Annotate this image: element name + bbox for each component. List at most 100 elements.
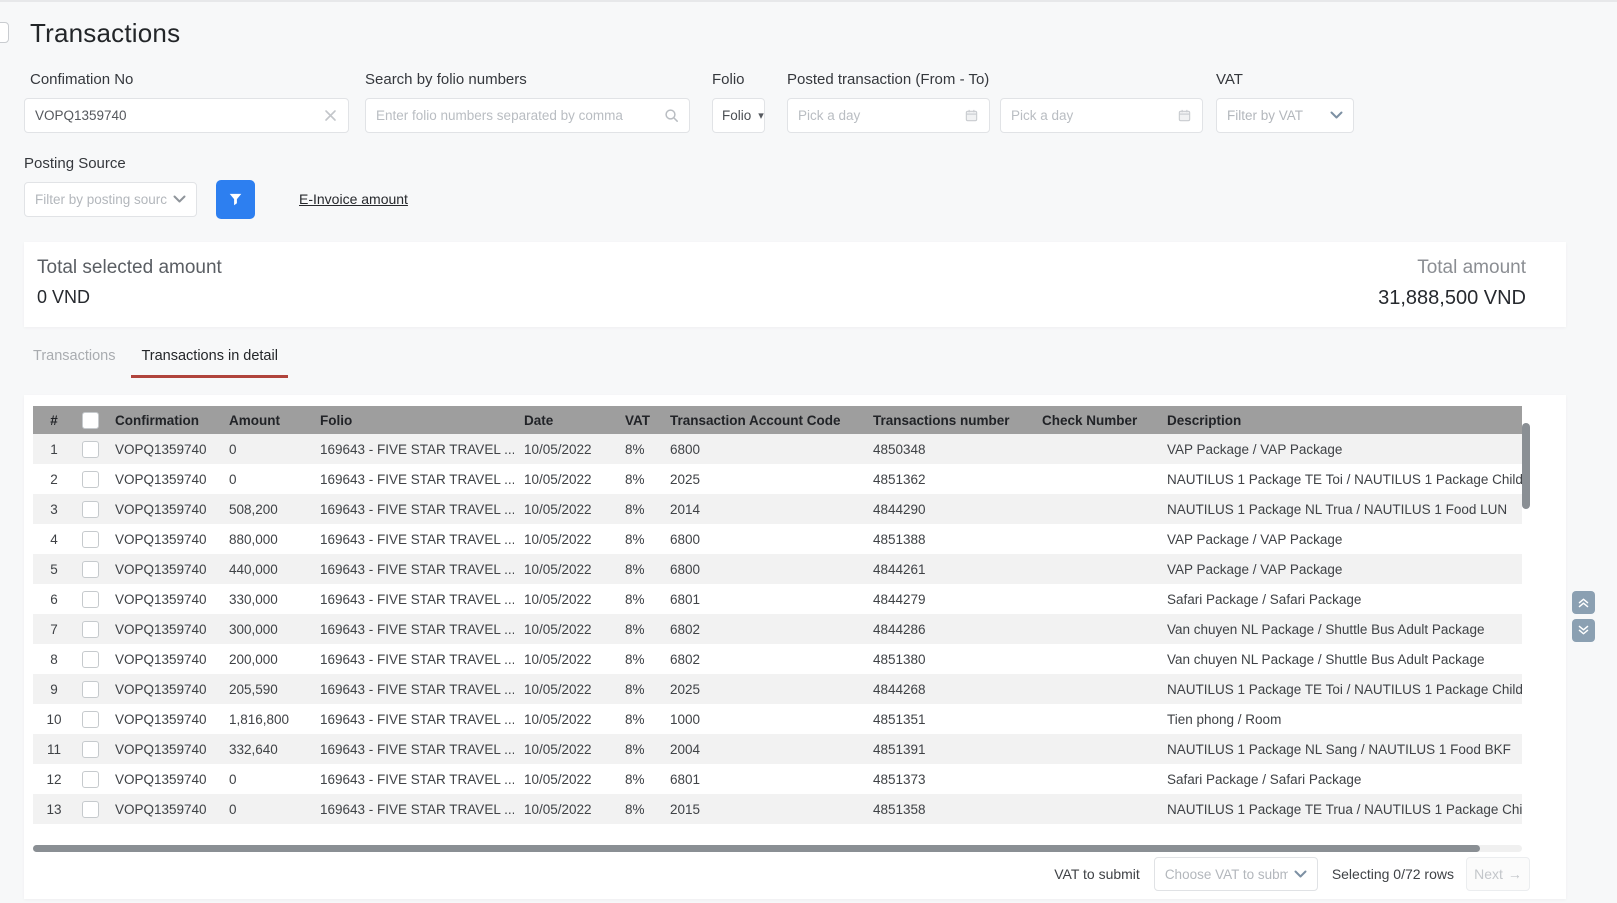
row-index: 13 xyxy=(33,802,75,817)
cell-amount: 880,000 xyxy=(219,532,310,547)
scroll-to-bottom-button[interactable] xyxy=(1572,619,1595,642)
folio-search-input[interactable] xyxy=(376,108,658,123)
cell-vat: 8% xyxy=(615,652,660,667)
col-header-description[interactable]: Description xyxy=(1157,413,1522,428)
total-selected-value: 0 VND xyxy=(37,287,222,308)
col-header-check-number[interactable]: Check Number xyxy=(1032,413,1157,428)
cell-description: NAUTILUS 1 Package TE Toi / NAUTILUS 1 P… xyxy=(1157,472,1522,487)
cell-amount: 0 xyxy=(219,442,310,457)
posted-from-input[interactable] xyxy=(798,108,958,123)
col-header-vat[interactable]: VAT xyxy=(615,413,660,428)
row-checkbox-cell xyxy=(75,531,105,548)
row-checkbox[interactable] xyxy=(82,711,99,728)
e-invoice-amount-link[interactable]: E-Invoice amount xyxy=(299,191,408,207)
row-checkbox-cell xyxy=(75,621,105,638)
horizontal-scrollbar-thumb[interactable] xyxy=(33,845,1480,852)
posting-source-dropdown[interactable]: Filter by posting source xyxy=(24,182,197,217)
table-header-row: # Confirmation Amount Folio Date VAT Tra… xyxy=(33,406,1522,434)
tab-transactions-in-detail[interactable]: Transactions in detail xyxy=(131,348,287,378)
row-checkbox[interactable] xyxy=(82,591,99,608)
select-all-checkbox[interactable] xyxy=(82,412,99,429)
row-checkbox[interactable] xyxy=(82,801,99,818)
tab-transactions[interactable]: Transactions xyxy=(33,348,115,378)
vertical-scrollbar-thumb[interactable] xyxy=(1522,423,1530,509)
col-header-folio[interactable]: Folio xyxy=(310,413,514,428)
row-checkbox[interactable] xyxy=(82,501,99,518)
cell-folio: 169643 - FIVE STAR TRAVEL ... xyxy=(310,592,514,607)
cell-date: 10/05/2022 xyxy=(514,592,615,607)
col-header-index[interactable]: # xyxy=(33,413,75,428)
clear-icon[interactable] xyxy=(323,108,338,123)
totals-card: Total selected amount 0 VND Total amount… xyxy=(24,242,1566,327)
edge-element[interactable] xyxy=(0,22,9,43)
posted-from-field[interactable] xyxy=(787,98,990,133)
row-checkbox[interactable] xyxy=(82,681,99,698)
posted-transaction-label: Posted transaction (From - To) xyxy=(787,71,989,88)
vat-label: VAT xyxy=(1216,71,1243,88)
row-checkbox[interactable] xyxy=(82,561,99,578)
col-header-amount[interactable]: Amount xyxy=(219,413,310,428)
row-checkbox[interactable] xyxy=(82,531,99,548)
cell-confirmation: VOPQ1359740 xyxy=(105,622,219,637)
col-header-transactions-number[interactable]: Transactions number xyxy=(863,413,1032,428)
row-checkbox-cell xyxy=(75,561,105,578)
folio-dropdown[interactable]: Folio ▾ xyxy=(712,98,765,133)
cell-confirmation: VOPQ1359740 xyxy=(105,742,219,757)
next-button-label: Next xyxy=(1474,866,1503,882)
col-header-date[interactable]: Date xyxy=(514,413,615,428)
row-index: 5 xyxy=(33,562,75,577)
vertical-scrollbar[interactable] xyxy=(1522,423,1530,823)
row-checkbox[interactable] xyxy=(82,441,99,458)
cell-date: 10/05/2022 xyxy=(514,532,615,547)
cell-vat: 8% xyxy=(615,562,660,577)
scroll-to-top-button[interactable] xyxy=(1572,591,1595,614)
cell-transactions-number: 4844286 xyxy=(863,622,1032,637)
row-checkbox-cell xyxy=(75,501,105,518)
row-checkbox[interactable] xyxy=(82,741,99,758)
horizontal-scrollbar[interactable] xyxy=(33,845,1522,852)
posted-to-field[interactable] xyxy=(1000,98,1203,133)
col-header-confirmation[interactable]: Confirmation xyxy=(105,413,219,428)
col-header-account-code[interactable]: Transaction Account Code xyxy=(660,413,863,428)
posted-to-input[interactable] xyxy=(1011,108,1171,123)
calendar-icon xyxy=(964,108,979,123)
posting-source-placeholder: Filter by posting source xyxy=(35,192,167,207)
row-checkbox[interactable] xyxy=(82,621,99,638)
cell-transactions-number: 4844268 xyxy=(863,682,1032,697)
transactions-table-card: # Confirmation Amount Folio Date VAT Tra… xyxy=(24,395,1566,899)
chevron-down-icon xyxy=(173,195,186,204)
chevron-down-icon xyxy=(1330,111,1343,120)
cell-description: NAUTILUS 1 Package NL Sang / NAUTILUS 1 … xyxy=(1157,742,1522,757)
posting-source-label: Posting Source xyxy=(24,155,126,172)
row-checkbox[interactable] xyxy=(82,771,99,788)
cell-date: 10/05/2022 xyxy=(514,712,615,727)
folio-search-field[interactable] xyxy=(365,98,690,133)
cell-transactions-number: 4851373 xyxy=(863,772,1032,787)
table-row: 8VOPQ1359740200,000169643 - FIVE STAR TR… xyxy=(33,644,1522,674)
cell-folio: 169643 - FIVE STAR TRAVEL ... xyxy=(310,622,514,637)
table-row: 11VOPQ1359740332,640169643 - FIVE STAR T… xyxy=(33,734,1522,764)
cell-amount: 0 xyxy=(219,472,310,487)
total-amount-label: Total amount xyxy=(1378,257,1526,279)
vat-to-submit-dropdown[interactable]: Choose VAT to submit xyxy=(1154,857,1318,891)
confirmation-no-field[interactable] xyxy=(24,98,349,133)
cell-transactions-number: 4844279 xyxy=(863,592,1032,607)
chevron-down-icon xyxy=(1294,870,1307,879)
table-row: 4VOPQ1359740880,000169643 - FIVE STAR TR… xyxy=(33,524,1522,554)
confirmation-no-input[interactable] xyxy=(35,108,323,123)
folio-search-label: Search by folio numbers xyxy=(365,71,527,88)
row-checkbox-cell xyxy=(75,711,105,728)
cell-confirmation: VOPQ1359740 xyxy=(105,472,219,487)
apply-filter-button[interactable] xyxy=(216,180,255,219)
cell-confirmation: VOPQ1359740 xyxy=(105,652,219,667)
cell-amount: 205,590 xyxy=(219,682,310,697)
cell-confirmation: VOPQ1359740 xyxy=(105,802,219,817)
row-checkbox[interactable] xyxy=(82,471,99,488)
cell-date: 10/05/2022 xyxy=(514,562,615,577)
next-button[interactable]: Next → xyxy=(1466,857,1530,891)
cell-confirmation: VOPQ1359740 xyxy=(105,532,219,547)
row-checkbox[interactable] xyxy=(82,651,99,668)
cell-date: 10/05/2022 xyxy=(514,742,615,757)
cell-account-code: 1000 xyxy=(660,712,863,727)
vat-filter-dropdown[interactable]: Filter by VAT xyxy=(1216,98,1354,133)
